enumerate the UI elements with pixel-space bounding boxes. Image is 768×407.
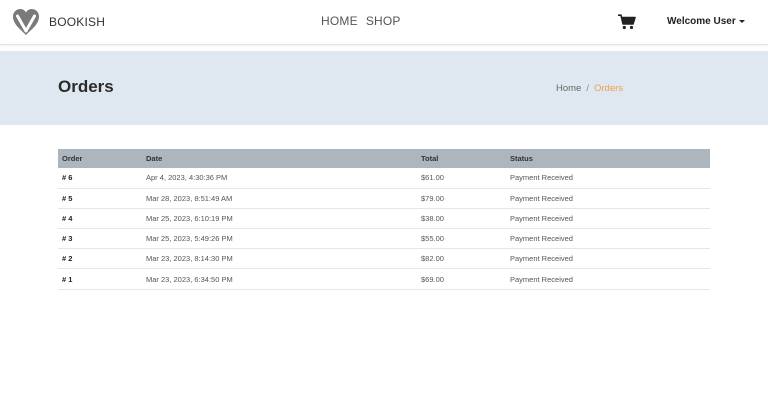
column-header-date: Date — [146, 154, 163, 163]
top-navbar: BOOKISH HOME SHOP Welcome User — [0, 0, 768, 45]
order-total: $38.00 — [421, 213, 444, 223]
brand-link[interactable]: BOOKISH — [11, 7, 105, 37]
breadcrumb-separator: / — [586, 83, 589, 94]
order-total: $79.00 — [421, 193, 444, 203]
table-row[interactable]: # 4 Mar 25, 2023, 6:10:19 PM $38.00 Paym… — [58, 208, 710, 229]
order-total: $61.00 — [421, 173, 444, 183]
order-date: Mar 23, 2023, 6:34:50 PM — [146, 274, 233, 284]
column-header-order: Order — [62, 154, 83, 163]
order-status: Payment Received — [510, 193, 573, 203]
main-nav: HOME SHOP — [321, 14, 401, 28]
order-date: Mar 23, 2023, 8:14:30 PM — [146, 254, 233, 264]
breadcrumb-home-link[interactable]: Home — [556, 83, 581, 94]
orders-table-header: Order Date Total Status — [58, 149, 710, 168]
table-row[interactable]: # 1 Mar 23, 2023, 6:34:50 PM $69.00 Paym… — [58, 269, 710, 290]
order-number: # 1 — [62, 274, 73, 284]
order-date: Mar 25, 2023, 5:49:26 PM — [146, 234, 233, 244]
order-status: Payment Received — [510, 274, 573, 284]
order-number: # 5 — [62, 193, 73, 203]
order-total: $69.00 — [421, 274, 444, 284]
order-status: Payment Received — [510, 234, 573, 244]
orders-table: Order Date Total Status # 6 Apr 4, 2023,… — [58, 149, 710, 290]
order-status: Payment Received — [510, 254, 573, 264]
order-date: Mar 28, 2023, 8:51:49 AM — [146, 193, 233, 203]
column-header-status: Status — [510, 154, 533, 163]
caret-down-icon — [738, 20, 745, 23]
order-total: $55.00 — [421, 234, 444, 244]
table-header-row: Order Date Total Status — [58, 149, 710, 168]
table-row[interactable]: # 6 Apr 4, 2023, 4:30:36 PM $61.00 Payme… — [58, 168, 710, 189]
order-status: Payment Received — [510, 213, 573, 223]
nav-link-home[interactable]: HOME — [321, 14, 358, 28]
order-number: # 2 — [62, 254, 73, 264]
brand-name: BOOKISH — [49, 15, 106, 29]
table-row[interactable]: # 5 Mar 28, 2023, 8:51:49 AM $79.00 Paym… — [58, 188, 710, 209]
nav-link-shop[interactable]: SHOP — [366, 14, 401, 28]
breadcrumb: Home / Orders — [556, 83, 623, 94]
order-number: # 3 — [62, 234, 73, 244]
column-header-total: Total — [421, 154, 439, 163]
table-row[interactable]: # 3 Mar 25, 2023, 5:49:26 PM $55.00 Paym… — [58, 229, 710, 249]
page-title: Orders — [58, 77, 114, 96]
order-date: Apr 4, 2023, 4:30:36 PM — [146, 173, 228, 183]
order-status: Payment Received — [510, 173, 573, 183]
breadcrumb-current: Orders — [593, 83, 624, 94]
user-menu-dropdown[interactable]: Welcome User — [667, 16, 745, 27]
shopping-cart-icon[interactable] — [618, 14, 636, 30]
order-total: $82.00 — [421, 254, 444, 264]
order-number: # 6 — [62, 173, 73, 183]
orders-table-body: # 6 Apr 4, 2023, 4:30:36 PM $61.00 Payme… — [58, 168, 710, 290]
order-number: # 4 — [62, 213, 73, 223]
order-date: Mar 25, 2023, 6:10:19 PM — [146, 213, 233, 223]
table-row[interactable]: # 2 Mar 23, 2023, 8:14:30 PM $82.00 Paym… — [58, 249, 710, 269]
heart-logo-icon — [13, 9, 39, 35]
user-menu-label: Welcome User — [667, 16, 736, 27]
page-header-band: Orders Home / Orders — [0, 51, 768, 125]
